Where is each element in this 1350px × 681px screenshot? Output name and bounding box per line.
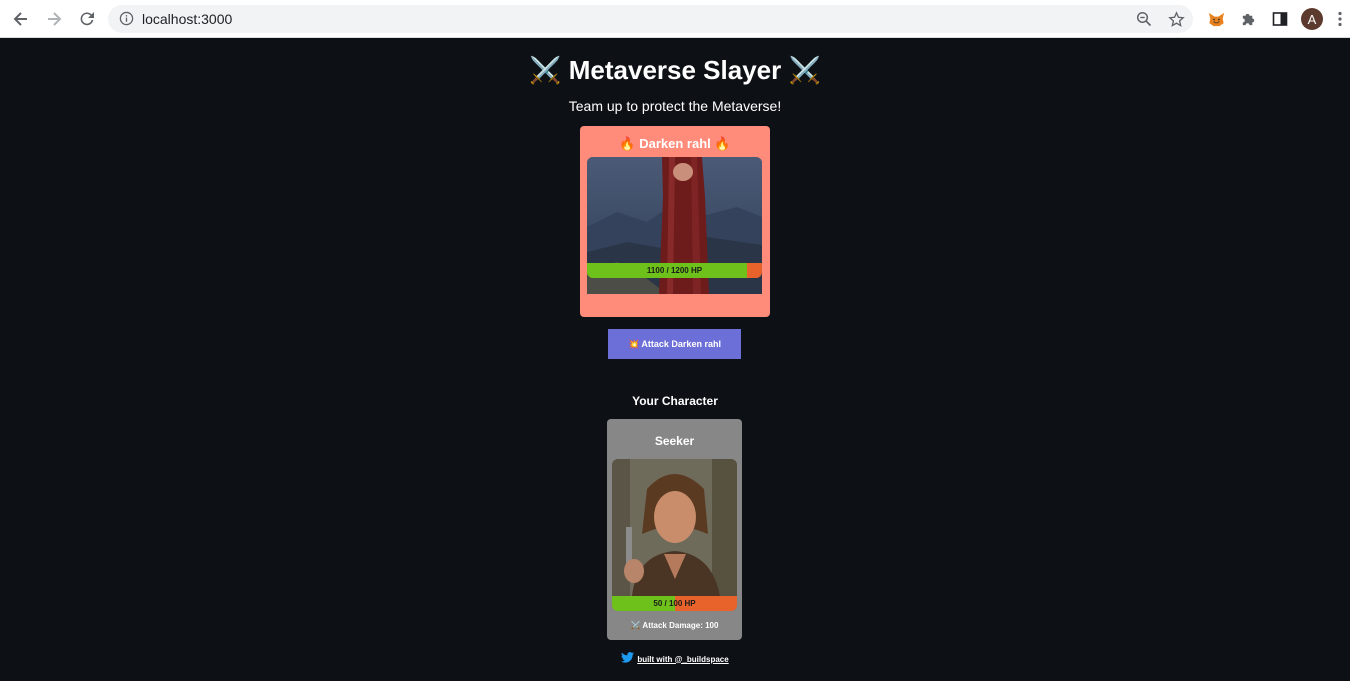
page-subtitle: Team up to protect the Metaverse! [568,98,782,114]
address-bar[interactable]: localhost:3000 [108,5,1193,33]
site-info-icon[interactable] [119,11,134,31]
url-text: localhost:3000 [142,11,233,27]
boss-card: 🔥 Darken rahl 🔥 1100 / 1200 HP [580,126,770,317]
boss-name: 🔥 Darken rahl 🔥 [619,136,731,151]
player-health-bar: 50 / 100 HP [612,596,737,611]
player-card: Seeker 50 / 100 HP ⚔️ Attack Damage: 100 [607,419,742,640]
your-character-heading: Your Character [632,394,718,408]
twitter-icon [621,650,635,668]
metamask-extension-icon[interactable] [1205,8,1227,30]
boss-health-text: 1100 / 1200 HP [646,266,703,275]
forward-icon[interactable] [42,7,66,31]
browser-toolbar: localhost:3000 A [0,0,1350,38]
footer: built with @_buildspace [0,650,1350,668]
player-health-text: 50 / 100 HP [653,599,696,608]
attack-boss-button[interactable]: 💥 Attack Darken rahl [608,329,741,359]
app-page: ⚔️ Metaverse Slayer ⚔️ Team up to protec… [0,38,1350,681]
attack-damage-label: ⚔️ Attack Damage: 100 [630,621,719,630]
boss-health-bar: 1100 / 1200 HP [587,263,762,278]
side-panel-icon[interactable] [1269,8,1291,30]
extensions-puzzle-icon[interactable] [1237,8,1259,30]
page-title: ⚔️ Metaverse Slayer ⚔️ [529,55,821,85]
profile-avatar[interactable]: A [1301,8,1323,30]
buildspace-link[interactable]: built with @_buildspace [637,655,728,664]
back-icon[interactable] [9,7,33,31]
player-name: Seeker [654,434,695,448]
bookmark-star-icon[interactable] [1165,8,1187,30]
zoom-icon[interactable] [1133,8,1155,30]
player-image [612,459,737,596]
kebab-menu-icon[interactable] [1334,8,1346,30]
reload-icon[interactable] [75,7,99,31]
